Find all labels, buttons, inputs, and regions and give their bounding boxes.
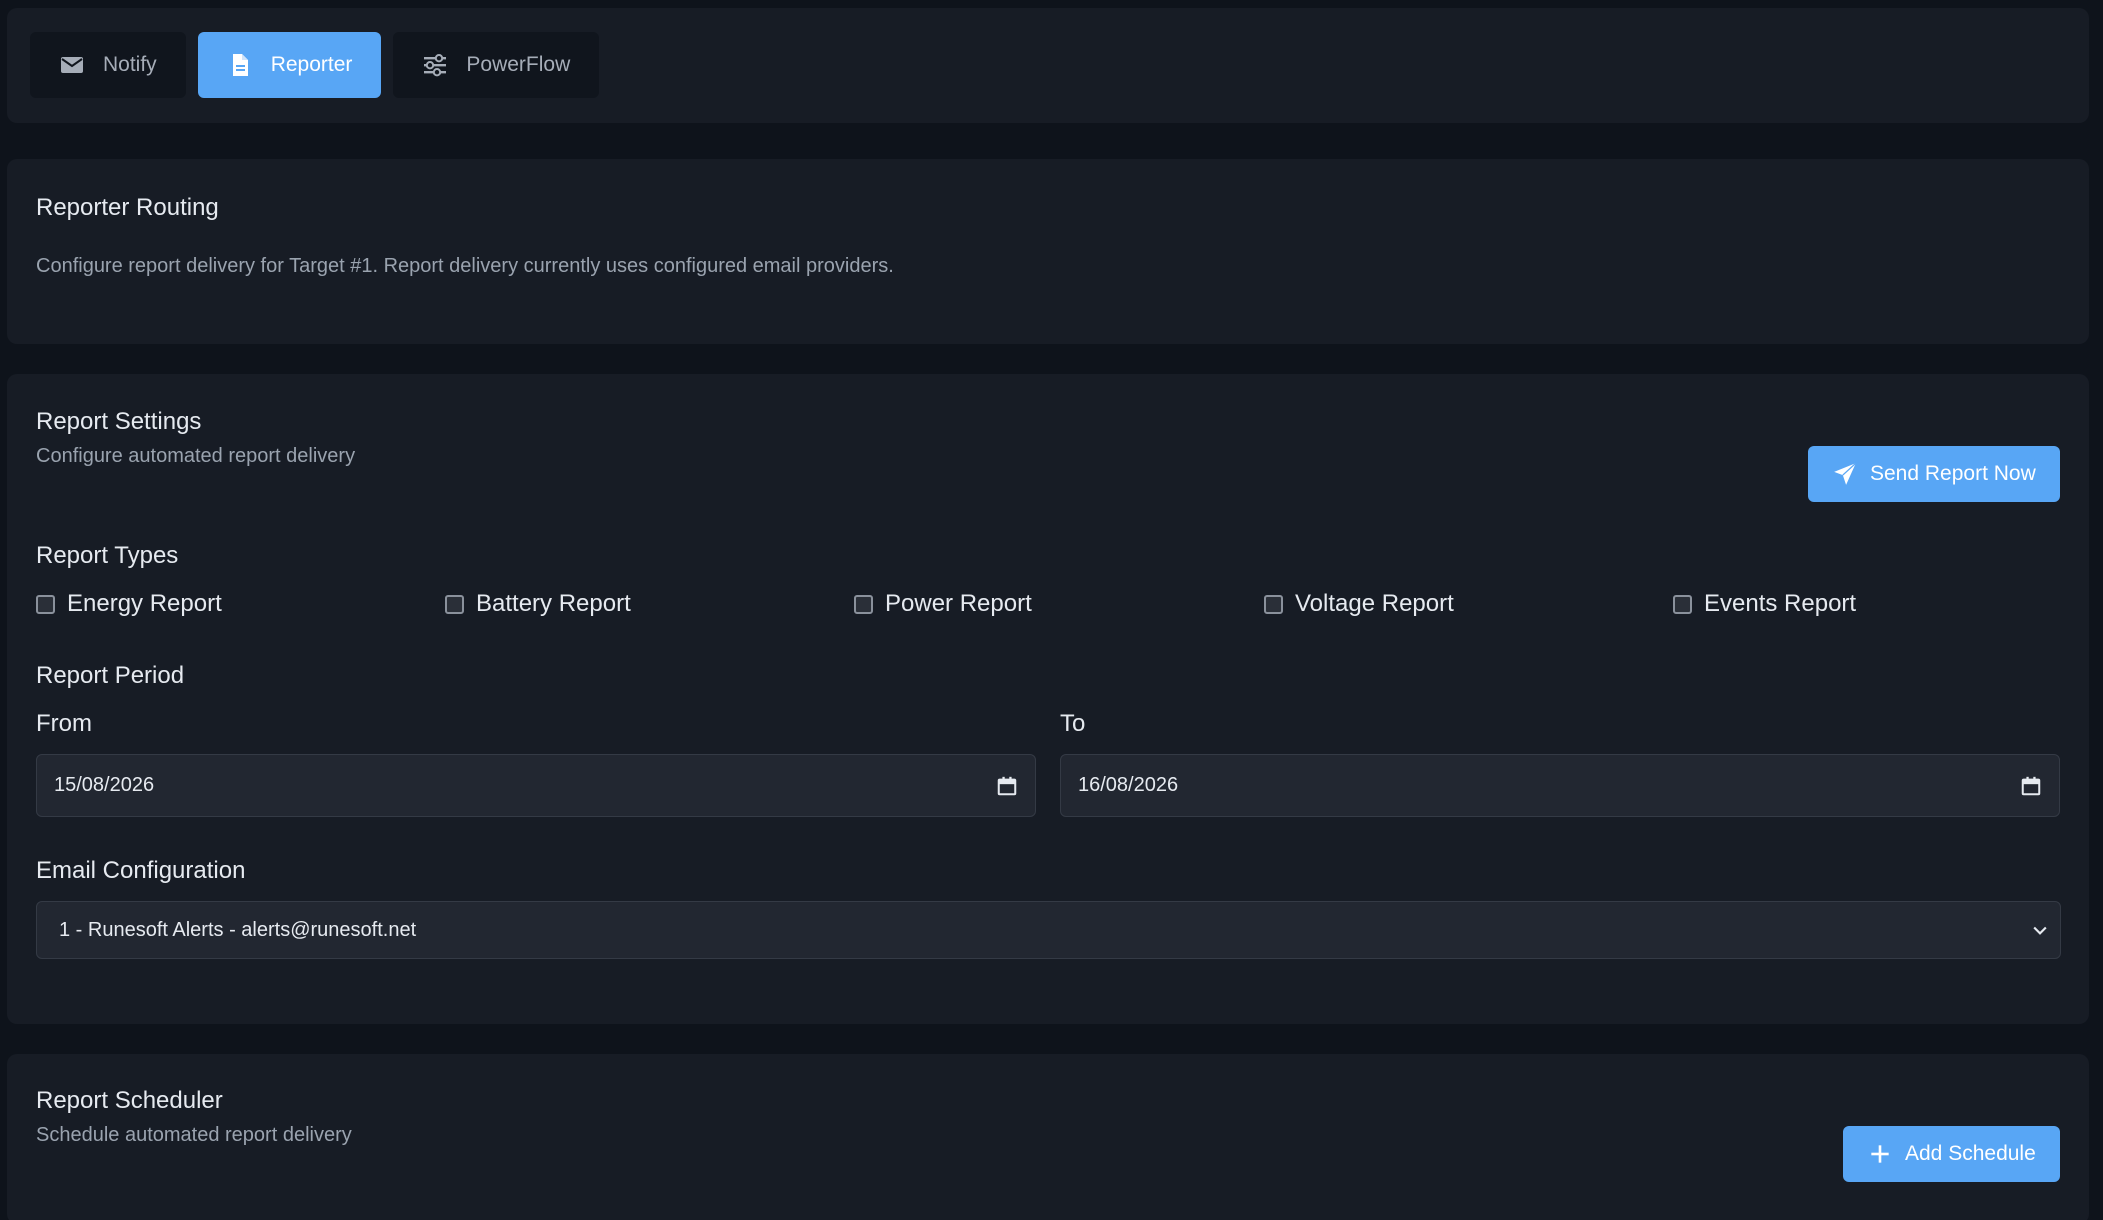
send-report-now-label: Send Report Now (1870, 462, 2036, 485)
email-configuration-value: 1 - Runesoft Alerts - alerts@runesoft.ne… (59, 918, 417, 941)
checkbox-box[interactable] (1673, 594, 1692, 614)
events-report-label: Events Report (1704, 590, 1857, 617)
calendar-icon[interactable] (2020, 775, 2042, 797)
to-date-input[interactable]: 16/08/2026 (1060, 754, 2060, 817)
from-label: From (36, 710, 92, 737)
tab-notify[interactable]: Notify (30, 32, 186, 98)
checkbox-box[interactable] (36, 594, 55, 614)
scheduler-subtitle: Schedule automated report delivery (36, 1124, 352, 1146)
checkbox-box[interactable] (1264, 594, 1283, 614)
sliders-icon (423, 53, 447, 77)
chevron-down-icon (2030, 920, 2050, 940)
settings-title: Report Settings (36, 408, 202, 435)
tab-bar: Notify Reporter PowerFlow (7, 8, 2089, 123)
events-report-checkbox[interactable]: Events Report (1673, 590, 1856, 618)
power-report-checkbox[interactable]: Power Report (854, 590, 1032, 618)
add-schedule-button[interactable]: Add Schedule (1843, 1126, 2060, 1182)
to-date-value: 16/08/2026 (1078, 774, 1179, 796)
report-settings-card: Report Settings Configure automated repo… (7, 374, 2089, 1024)
battery-report-label: Battery Report (476, 590, 631, 617)
from-date-value: 15/08/2026 (54, 774, 155, 796)
tab-notify-label: Notify (103, 53, 157, 76)
envelope-icon (60, 53, 84, 77)
voltage-report-label: Voltage Report (1295, 590, 1454, 617)
from-date-input[interactable]: 15/08/2026 (36, 754, 1036, 817)
tabs: Notify Reporter PowerFlow (30, 32, 600, 98)
send-icon (1832, 461, 1858, 487)
report-scheduler-card: Report Scheduler Schedule automated repo… (7, 1054, 2089, 1220)
reporter-routing-card: Reporter Routing Configure report delive… (7, 159, 2089, 344)
report-types-group: Energy Report Battery Report Power Repor… (36, 590, 2036, 626)
energy-report-checkbox[interactable]: Energy Report (36, 590, 222, 618)
power-report-label: Power Report (885, 590, 1032, 617)
energy-report-label: Energy Report (67, 590, 222, 617)
to-label: To (1060, 710, 1086, 737)
routing-description: Configure report delivery for Target #1.… (36, 255, 894, 277)
add-schedule-label: Add Schedule (1905, 1142, 2036, 1165)
checkbox-box[interactable] (445, 594, 464, 614)
email-configuration-select[interactable]: 1 - Runesoft Alerts - alerts@runesoft.ne… (36, 901, 2061, 959)
settings-subtitle: Configure automated report delivery (36, 445, 356, 467)
tab-powerflow-label: PowerFlow (466, 53, 571, 76)
calendar-icon[interactable] (996, 775, 1018, 797)
report-types-label: Report Types (36, 542, 179, 569)
battery-report-checkbox[interactable]: Battery Report (445, 590, 631, 618)
scheduler-title: Report Scheduler (36, 1087, 223, 1114)
tab-reporter-label: Reporter (270, 53, 353, 76)
checkbox-box[interactable] (854, 594, 873, 614)
send-report-now-button[interactable]: Send Report Now (1808, 446, 2060, 502)
voltage-report-checkbox[interactable]: Voltage Report (1264, 590, 1454, 618)
plus-icon (1867, 1141, 1893, 1167)
routing-title: Reporter Routing (36, 194, 219, 221)
document-icon (228, 53, 252, 77)
reporter-page: Notify Reporter PowerFlow Reporter Routi… (0, 0, 2103, 1220)
tab-reporter[interactable]: Reporter (197, 32, 382, 98)
tab-powerflow[interactable]: PowerFlow (393, 32, 600, 98)
email-configuration-label: Email Configuration (36, 857, 246, 884)
report-period-label: Report Period (36, 662, 185, 689)
